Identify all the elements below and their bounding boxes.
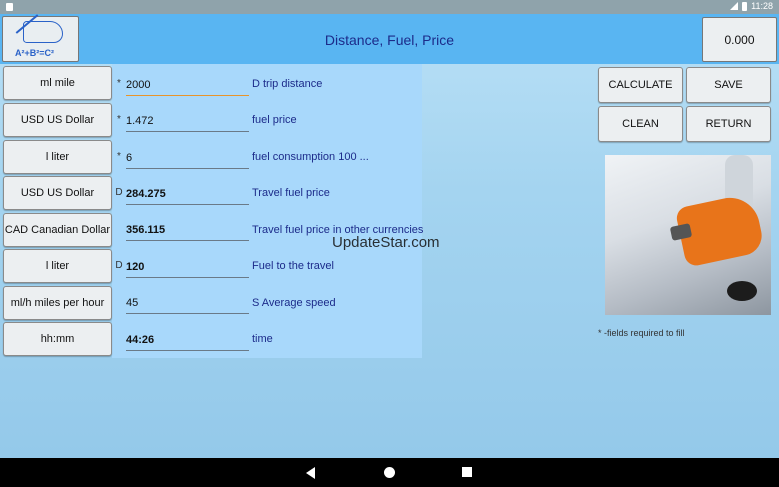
- back-icon[interactable]: [306, 467, 315, 479]
- required-marker: *: [117, 114, 121, 125]
- consumption-input[interactable]: 6: [126, 147, 249, 169]
- unit-button-time[interactable]: hh:mm: [3, 322, 112, 356]
- consumption-label: fuel consumption 100 ...: [252, 151, 369, 163]
- time-value[interactable]: 44:26: [126, 329, 249, 351]
- logo-formula: A²+B²=C²: [15, 48, 55, 58]
- derived-marker: D: [115, 260, 123, 271]
- fuel-volume-value[interactable]: 120: [126, 256, 249, 278]
- battery-icon: [742, 1, 748, 11]
- return-button[interactable]: RETURN: [686, 106, 771, 142]
- fuel-price-input[interactable]: 1.472: [126, 110, 249, 132]
- recents-icon[interactable]: [462, 467, 472, 477]
- unit-button-fuel-price[interactable]: USD US Dollar: [3, 103, 112, 137]
- app-header: A²+B²=C² Distance, Fuel, Price 0.000: [0, 14, 779, 64]
- speed-label: S Average speed: [252, 297, 336, 309]
- unit-button-travel-price[interactable]: USD US Dollar: [3, 176, 112, 210]
- fuel-cap-shape: [727, 281, 757, 301]
- travel-price-label: Travel fuel price: [252, 187, 330, 199]
- status-icons: 11:28: [730, 1, 773, 11]
- required-fields-note: * -fields required to fill: [598, 328, 685, 338]
- time-label: time: [252, 333, 273, 345]
- other-currency-value[interactable]: 356.115: [126, 219, 249, 241]
- clean-button[interactable]: CLEAN: [598, 106, 683, 142]
- unit-button-fuel-volume[interactable]: l liter: [3, 249, 112, 283]
- derived-marker: D: [115, 187, 123, 198]
- app-screen: A²+B²=C² Distance, Fuel, Price 0.000 ml …: [0, 14, 779, 458]
- speed-input[interactable]: 45: [126, 292, 249, 314]
- status-time: 11:28: [751, 1, 773, 11]
- unit-button-distance[interactable]: ml mile: [3, 66, 112, 100]
- page-title: Distance, Fuel, Price: [324, 32, 455, 48]
- distance-input[interactable]: 2000: [126, 74, 249, 96]
- calculate-button[interactable]: CALCULATE: [598, 67, 683, 103]
- unit-button-other-currency[interactable]: CAD Canadian Dollar: [3, 213, 112, 247]
- status-bar: 11:28: [0, 0, 779, 14]
- required-marker: *: [117, 78, 121, 89]
- distance-label: D trip distance: [252, 78, 323, 90]
- navigation-bar: [0, 458, 779, 487]
- travel-price-value[interactable]: 284.275: [126, 183, 249, 205]
- unit-button-speed[interactable]: ml/h miles per hour: [3, 286, 112, 320]
- signal-icon: [730, 2, 739, 10]
- unit-button-consumption[interactable]: l liter: [3, 140, 112, 174]
- fuel-price-label: fuel price: [252, 114, 297, 126]
- save-button[interactable]: SAVE: [686, 67, 771, 103]
- result-display: 0.000: [702, 17, 777, 62]
- notification-icon: [6, 3, 13, 11]
- fuel-nozzle-image: [605, 155, 771, 315]
- fuel-volume-label: Fuel to the travel: [252, 260, 334, 272]
- watermark: UpdateStar.com: [332, 234, 440, 251]
- home-icon[interactable]: [384, 467, 395, 478]
- required-marker: *: [117, 151, 121, 162]
